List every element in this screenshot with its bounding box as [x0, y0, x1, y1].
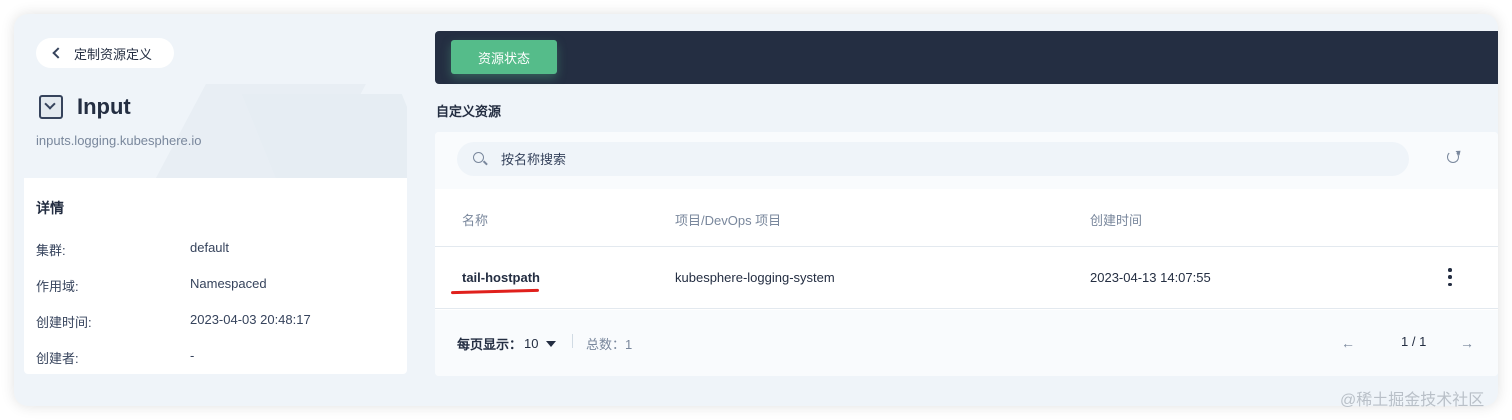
next-page-button[interactable]: → [1460, 335, 1474, 351]
pagination-bar: 每页显示： 10 总数：1 ← 1 / 1 → [435, 310, 1498, 376]
resource-name-link[interactable]: tail-hostpath [462, 270, 540, 285]
annotation-underline [450, 288, 540, 295]
detail-row-creator: 创建者: - [36, 348, 194, 367]
prev-page-button[interactable]: ← [1341, 335, 1355, 351]
detail-key: 作用域: [36, 279, 79, 294]
details-title: 详情 [36, 200, 64, 216]
crd-icon [39, 95, 63, 119]
tab-bar: 资源状态 [435, 31, 1498, 84]
details-card: 详情 集群: default 作用域: Namespaced 创建时间: 202… [24, 178, 407, 374]
total-count: 总数：1 [586, 337, 633, 352]
page-subtitle: inputs.logging.kubesphere.io [36, 133, 202, 148]
table-toolbar [435, 132, 1498, 189]
search-bar[interactable] [457, 142, 1409, 176]
tab-resource-status[interactable]: 资源状态 [451, 40, 557, 74]
column-header-project: 项目/DevOps 项目 [675, 213, 782, 228]
detail-value: default [190, 240, 230, 255]
back-button[interactable]: 定制资源定义 [36, 38, 175, 68]
search-input[interactable] [501, 142, 1381, 176]
table-row: tail-hostpath kubesphere-logging-system … [435, 247, 1498, 309]
page-title: Input [77, 94, 131, 119]
detail-value: - [190, 348, 195, 363]
caret-down-icon [546, 340, 557, 347]
search-icon [473, 152, 484, 163]
chevron-left-icon [52, 47, 64, 59]
detail-row-created: 创建时间: 2023-04-03 20:48:17 [36, 312, 311, 331]
page-size-select[interactable]: 每页显示： 10 [457, 334, 557, 353]
detail-value: Namespaced [190, 276, 267, 291]
page-indicator: 1 / 1 [1401, 334, 1427, 349]
detail-value: 2023-04-03 20:48:17 [190, 312, 311, 327]
detail-key: 集群: [36, 243, 66, 258]
title-row: Input [39, 94, 131, 120]
column-header-created: 创建时间 [1090, 213, 1143, 228]
section-title: 自定义资源 [436, 104, 502, 119]
resource-table-card: 名称 项目/DevOps 项目 创建时间 tail-hostpath kubes… [435, 132, 1498, 376]
detail-key: 创建时间: [36, 315, 92, 330]
detail-key: 创建者: [36, 351, 79, 366]
back-label: 定制资源定义 [74, 46, 153, 62]
table-header: 名称 项目/DevOps 项目 创建时间 [435, 189, 1498, 247]
more-options-icon[interactable] [1447, 268, 1453, 286]
detail-row-cluster: 集群: default [36, 240, 229, 259]
column-header-name: 名称 [462, 213, 489, 228]
page-size-label: 每页显示： [457, 337, 523, 352]
resource-header: 定制资源定义 Input inputs.logging.kubesphere.i… [24, 24, 407, 178]
resource-created-time: 2023-04-13 14:07:55 [1090, 270, 1211, 285]
refresh-icon[interactable] [1447, 151, 1459, 163]
app-window: 定制资源定义 Input inputs.logging.kubesphere.i… [14, 14, 1498, 406]
detail-row-scope: 作用域: Namespaced [36, 276, 267, 295]
page-size-value: 10 [524, 336, 539, 351]
divider [572, 334, 573, 348]
watermark: @稀土掘金技术社区 [1340, 392, 1485, 409]
resource-project: kubesphere-logging-system [675, 270, 835, 285]
